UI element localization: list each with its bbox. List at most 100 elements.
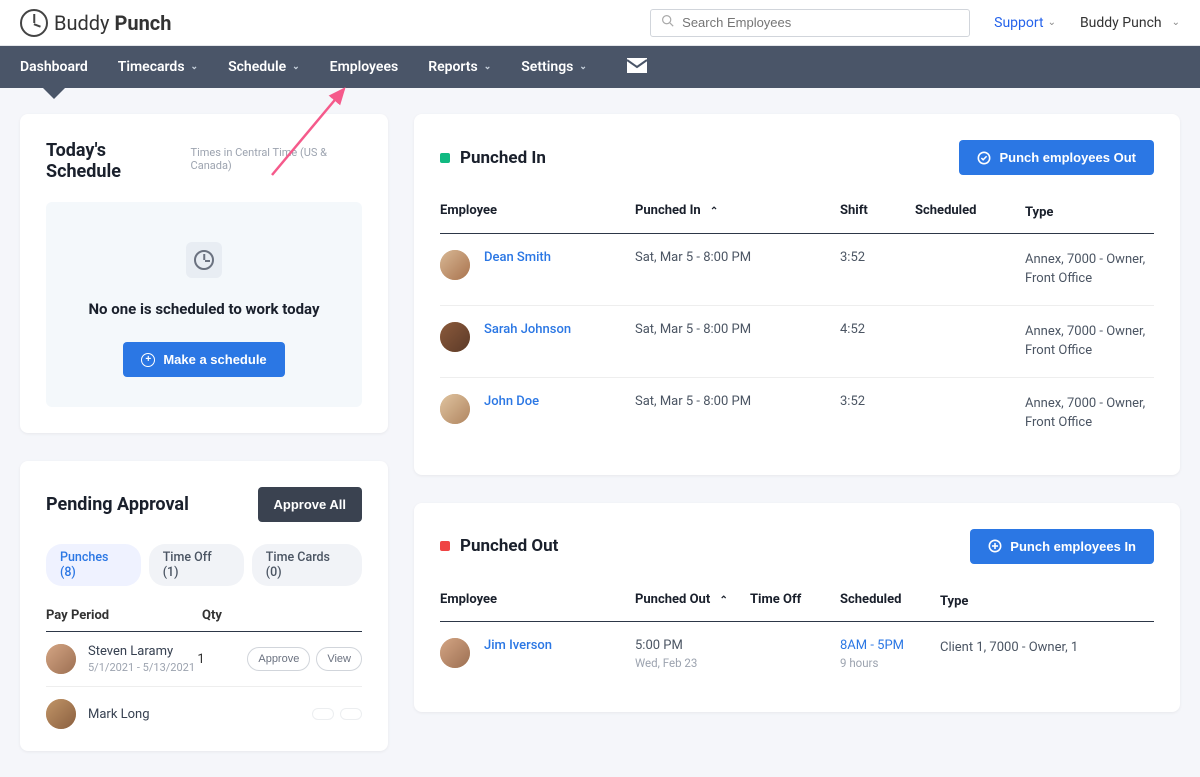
status-dot-green bbox=[440, 153, 450, 163]
sort-up-icon: ⌃ bbox=[719, 595, 727, 606]
pending-table-header: Pay Period Qty bbox=[46, 608, 362, 632]
approval-name: Mark Long bbox=[88, 707, 262, 722]
view-button[interactable]: View bbox=[316, 647, 362, 671]
punched-time: Sat, Mar 5 - 8:00 PM bbox=[635, 322, 840, 361]
punched-time: Sat, Mar 5 - 8:00 PM bbox=[635, 394, 840, 433]
approve-button[interactable]: Approve bbox=[247, 647, 310, 671]
mail-icon[interactable] bbox=[627, 57, 647, 78]
make-schedule-button[interactable]: + Make a schedule bbox=[123, 342, 284, 377]
approve-all-button[interactable]: Approve All bbox=[258, 487, 362, 522]
tab-timecards[interactable]: Time Cards (0) bbox=[252, 544, 362, 586]
nav-schedule[interactable]: Schedule ⌄ bbox=[228, 59, 300, 75]
employee-link[interactable]: Jim Iverson bbox=[484, 638, 552, 653]
approval-date: 5/1/2021 - 5/13/2021 bbox=[88, 661, 197, 674]
logo-primary: Buddy bbox=[54, 11, 110, 35]
col-type: Type bbox=[940, 592, 1154, 612]
chevron-down-icon: ⌄ bbox=[484, 62, 492, 72]
scheduled-value bbox=[915, 394, 1025, 433]
shift-value: 3:52 bbox=[840, 250, 915, 289]
schedule-empty-state: No one is scheduled to work today + Make… bbox=[46, 202, 362, 407]
punched-in-row: John Doe Sat, Mar 5 - 8:00 PM 3:52 Annex… bbox=[440, 378, 1154, 449]
search-box[interactable] bbox=[650, 9, 970, 37]
search-icon bbox=[661, 14, 674, 31]
punch-in-icon bbox=[988, 539, 1002, 553]
support-label: Support bbox=[994, 15, 1043, 31]
col-timeoff: Time Off bbox=[750, 592, 840, 612]
app-logo[interactable]: Buddy Punch bbox=[20, 9, 171, 37]
col-scheduled: Scheduled bbox=[915, 203, 1025, 223]
employee-link[interactable]: John Doe bbox=[484, 394, 539, 409]
nav-timecards[interactable]: Timecards ⌄ bbox=[118, 59, 198, 75]
nav-settings[interactable]: Settings ⌄ bbox=[521, 59, 587, 75]
punched-time: Sat, Mar 5 - 8:00 PM bbox=[635, 250, 840, 289]
col-punched-out[interactable]: Punched Out ⌃ bbox=[635, 592, 750, 612]
col-pay-period: Pay Period bbox=[46, 608, 202, 623]
approval-row: Mark Long bbox=[46, 687, 362, 741]
employee-link[interactable]: Sarah Johnson bbox=[484, 322, 571, 337]
timeoff-value bbox=[750, 638, 840, 670]
col-punched-in[interactable]: Punched In ⌃ bbox=[635, 203, 840, 223]
scheduled-value bbox=[915, 322, 1025, 361]
account-menu[interactable]: Buddy Punch ⌄ bbox=[1080, 15, 1180, 31]
col-punched-in-label: Punched In bbox=[635, 203, 701, 218]
avatar bbox=[46, 699, 76, 729]
col-shift: Shift bbox=[840, 203, 915, 223]
punch-in-label: Punch employees In bbox=[1010, 539, 1136, 554]
col-scheduled: Scheduled bbox=[840, 592, 940, 612]
chevron-down-icon: ⌄ bbox=[292, 62, 300, 72]
approve-button[interactable] bbox=[312, 708, 334, 720]
tab-punches[interactable]: Punches (8) bbox=[46, 544, 141, 586]
shift-value: 4:52 bbox=[840, 322, 915, 361]
scheduled-value bbox=[915, 250, 1025, 289]
tab-timeoff[interactable]: Time Off (1) bbox=[149, 544, 244, 586]
avatar bbox=[440, 638, 470, 668]
employee-link[interactable]: Dean Smith bbox=[484, 250, 551, 265]
punched-out-row: Jim Iverson 5:00 PM Wed, Feb 23 8AM - 5P… bbox=[440, 622, 1154, 686]
todays-schedule-card: Today's Schedule Times in Central Time (… bbox=[20, 114, 388, 433]
scheduled-hours: 9 hours bbox=[840, 656, 940, 670]
clock-icon bbox=[186, 242, 222, 278]
nav-reports-label: Reports bbox=[428, 59, 478, 75]
view-button[interactable] bbox=[340, 708, 362, 720]
punch-out-label: Punch employees Out bbox=[999, 150, 1136, 165]
top-header: Buddy Punch Support ⌄ Buddy Punch ⌄ bbox=[0, 0, 1200, 46]
shift-value: 3:52 bbox=[840, 394, 915, 433]
nav-employees[interactable]: Employees bbox=[330, 59, 399, 75]
schedule-timezone: Times in Central Time (US & Canada) bbox=[191, 146, 362, 172]
col-employee: Employee bbox=[440, 203, 635, 223]
punched-in-header-row: Employee Punched In ⌃ Shift Scheduled Ty… bbox=[440, 203, 1154, 234]
type-value: Annex, 7000 - Owner, Front Office bbox=[1025, 394, 1154, 433]
nav-reports[interactable]: Reports ⌄ bbox=[428, 59, 491, 75]
punch-out-icon bbox=[977, 151, 991, 165]
nav-dashboard[interactable]: Dashboard bbox=[20, 59, 88, 75]
type-value: Annex, 7000 - Owner, Front Office bbox=[1025, 250, 1154, 289]
punched-in-title: Punched In bbox=[460, 148, 546, 168]
punched-out-title: Punched Out bbox=[460, 536, 558, 556]
chevron-down-icon: ⌄ bbox=[579, 62, 587, 72]
col-punched-out-label: Punched Out bbox=[635, 592, 710, 607]
plus-circle-icon: + bbox=[141, 353, 155, 367]
empty-message: No one is scheduled to work today bbox=[66, 300, 342, 318]
search-input[interactable] bbox=[682, 15, 959, 30]
punched-in-row: Sarah Johnson Sat, Mar 5 - 8:00 PM 4:52 … bbox=[440, 306, 1154, 378]
pending-title: Pending Approval bbox=[46, 494, 189, 515]
punch-out-button[interactable]: Punch employees Out bbox=[959, 140, 1154, 175]
type-value: Client 1, 7000 - Owner, 1 bbox=[940, 638, 1154, 670]
punched-out-date: Wed, Feb 23 bbox=[635, 656, 750, 670]
punched-out-header-row: Employee Punched Out ⌃ Time Off Schedule… bbox=[440, 592, 1154, 623]
schedule-title: Today's Schedule bbox=[46, 140, 179, 182]
punched-in-row: Dean Smith Sat, Mar 5 - 8:00 PM 3:52 Ann… bbox=[440, 234, 1154, 306]
pending-approval-card: Pending Approval Approve All Punches (8)… bbox=[20, 461, 388, 751]
col-qty: Qty bbox=[202, 608, 252, 623]
clock-logo-icon bbox=[20, 9, 48, 37]
logo-secondary: Punch bbox=[114, 11, 171, 35]
support-link[interactable]: Support ⌄ bbox=[994, 15, 1056, 31]
chevron-down-icon: ⌄ bbox=[191, 62, 199, 72]
make-schedule-label: Make a schedule bbox=[163, 352, 266, 367]
scheduled-link[interactable]: 8AM - 5PM bbox=[840, 638, 940, 653]
nav-bar: Dashboard Timecards ⌄ Schedule ⌄ Employe… bbox=[0, 46, 1200, 88]
punched-out-time: 5:00 PM bbox=[635, 638, 750, 653]
punch-in-button[interactable]: Punch employees In bbox=[970, 529, 1154, 564]
type-value: Annex, 7000 - Owner, Front Office bbox=[1025, 322, 1154, 361]
content-area: Today's Schedule Times in Central Time (… bbox=[0, 88, 1200, 777]
